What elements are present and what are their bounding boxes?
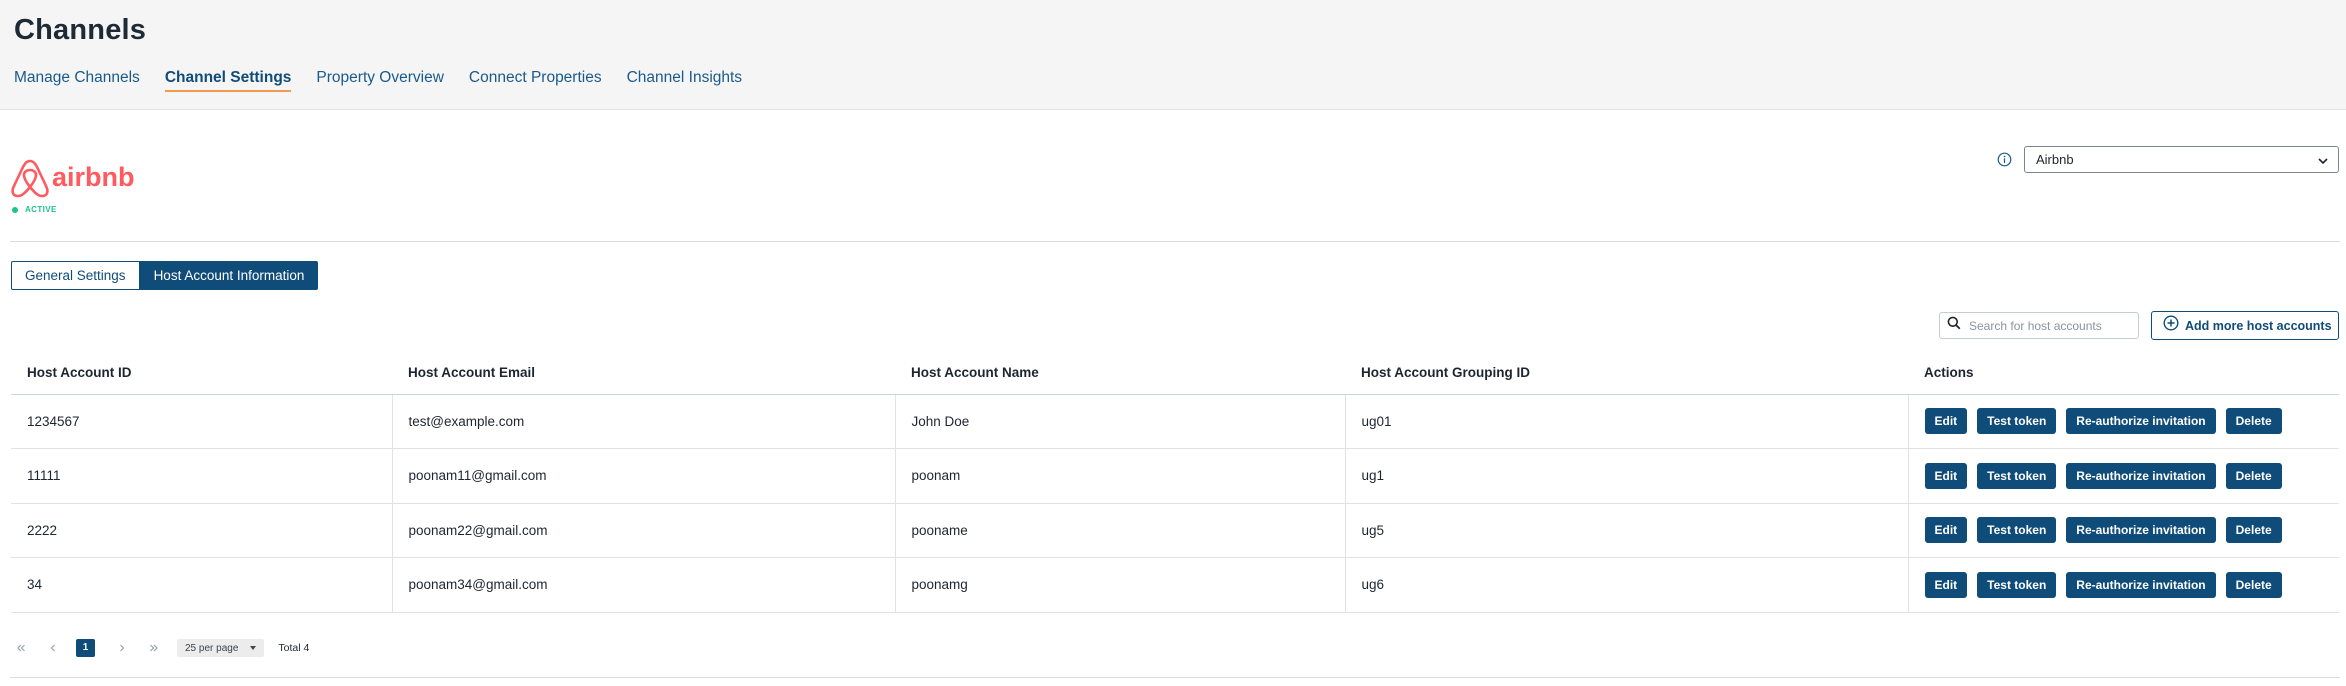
table-row: 2222 poonam22@gmail.com pooname ug5 Edit… — [11, 503, 2339, 558]
chevron-left-icon[interactable] — [48, 642, 58, 654]
settings-tabs: General Settings Host Account Informatio… — [11, 261, 319, 290]
delete-button[interactable]: Delete — [2225, 517, 2282, 544]
reauthorize-invitation-button[interactable]: Re-authorize invitation — [2066, 462, 2216, 489]
row-actions: Edit Test token Re-authorize invitation Del… — [1907, 448, 2339, 504]
pagination: 1 25 per page Total 4 — [16, 638, 309, 658]
delete-button[interactable]: Delete — [2225, 462, 2282, 489]
host-account-email: test@example.com — [391, 394, 895, 449]
reauthorize-invitation-button[interactable]: Re-authorize invitation — [2066, 517, 2216, 544]
tab-host-account-information[interactable]: Host Account Information — [139, 261, 319, 290]
airbnb-logo-text: airbnb — [52, 162, 134, 192]
edit-button[interactable]: Edit — [1924, 571, 1968, 598]
row-actions: Edit Test token Re-authorize invitation Del… — [1907, 503, 2339, 558]
test-token-button[interactable]: Test token — [1977, 462, 2057, 489]
status-badge: ACTIVE — [25, 205, 57, 214]
test-token-button[interactable]: Test token — [1977, 408, 2057, 435]
per-page-value: 25 per page — [185, 642, 239, 654]
host-account-email: poonam34@gmail.com — [391, 557, 895, 613]
add-host-accounts-label: Add more host accounts — [2185, 318, 2332, 333]
test-token-button[interactable]: Test token — [1977, 571, 2057, 598]
host-account-id: 2222 — [11, 503, 392, 558]
total-count: Total 4 — [278, 642, 310, 654]
tab-manage-channels[interactable]: Manage Channels — [14, 69, 140, 92]
host-account-id: 11111 — [11, 448, 392, 504]
footer-divider — [10, 677, 2340, 678]
per-page-select[interactable]: 25 per page — [177, 639, 265, 657]
host-account-name: poonam — [894, 448, 1345, 504]
status-dot — [12, 206, 18, 213]
airbnb-logo: airbnb — [10, 155, 134, 199]
caret-down-icon — [250, 646, 257, 650]
tab-connect-properties[interactable]: Connect Properties — [469, 69, 602, 92]
host-account-grouping-id: ug01 — [1344, 394, 1908, 449]
edit-button[interactable]: Edit — [1924, 462, 1968, 489]
channel-select-value: Airbnb — [2036, 152, 2074, 167]
channel-status: ACTIVE — [12, 205, 57, 214]
row-actions: Edit Test token Re-authorize invitation Del… — [1907, 557, 2339, 613]
reauthorize-invitation-button[interactable]: Re-authorize invitation — [2066, 571, 2216, 598]
row-actions: Edit Test token Re-authorize invitation Del… — [1907, 394, 2339, 449]
add-host-accounts-button[interactable]: Add more host accounts — [2151, 311, 2339, 340]
double-chevron-left-icon[interactable] — [16, 642, 26, 654]
edit-button[interactable]: Edit — [1924, 517, 1968, 544]
column-header-id: Host Account ID — [11, 352, 392, 395]
info-icon[interactable] — [1997, 152, 2012, 167]
chevron-right-icon[interactable] — [117, 642, 127, 654]
tab-property-overview[interactable]: Property Overview — [316, 69, 443, 92]
host-account-id: 34 — [11, 557, 392, 613]
reauthorize-invitation-button[interactable]: Re-authorize invitation — [2066, 408, 2216, 435]
column-header-email: Host Account Email — [392, 352, 895, 395]
table-row: 11111 poonam11@gmail.com poonam ug1 Edit… — [11, 448, 2339, 504]
column-header-name: Host Account Name — [895, 352, 1345, 395]
channel-select[interactable]: Airbnb — [2024, 146, 2339, 173]
delete-button[interactable]: Delete — [2225, 571, 2282, 598]
page-title: Channels — [14, 14, 147, 46]
search-icon — [1947, 316, 1961, 335]
tab-channel-settings[interactable]: Channel Settings — [164, 69, 292, 92]
delete-button[interactable]: Delete — [2225, 408, 2282, 435]
host-account-id: 1234567 — [11, 394, 392, 449]
column-header-actions: Actions — [1908, 352, 2339, 395]
host-account-email: poonam22@gmail.com — [391, 503, 895, 558]
host-account-name: John Doe — [894, 394, 1345, 449]
table-header-row: Host Account ID Host Account Email Host … — [11, 352, 2339, 395]
test-token-button[interactable]: Test token — [1977, 517, 2057, 544]
host-account-email: poonam11@gmail.com — [391, 448, 895, 504]
table-row: 1234567 test@example.com John Doe ug01 E… — [11, 394, 2339, 449]
host-account-name: pooname — [894, 503, 1345, 558]
page-header: Channels Manage Channels Channel Setting… — [0, 0, 2346, 110]
page-number-button[interactable]: 1 — [76, 639, 95, 657]
channel-nav: Manage Channels Channel Settings Propert… — [14, 69, 767, 92]
column-header-grouping-id: Host Account Grouping ID — [1345, 352, 1908, 395]
edit-button[interactable]: Edit — [1924, 408, 1968, 435]
search-box[interactable] — [1939, 312, 2139, 339]
host-accounts-table: Host Account ID Host Account Email Host … — [11, 352, 2339, 613]
tab-general-settings[interactable]: General Settings — [11, 261, 140, 290]
double-chevron-right-icon[interactable] — [149, 642, 159, 654]
table-row: 34 poonam34@gmail.com poonamg ug6 Edit Te… — [11, 557, 2339, 613]
host-account-grouping-id: ug6 — [1344, 557, 1908, 613]
chevron-down-icon — [2317, 154, 2329, 172]
search-input[interactable] — [1969, 318, 2129, 333]
section-divider — [10, 241, 2340, 242]
host-account-grouping-id: ug5 — [1344, 503, 1908, 558]
host-account-name: poonamg — [894, 557, 1345, 613]
host-account-grouping-id: ug1 — [1344, 448, 1908, 504]
tab-channel-insights[interactable]: Channel Insights — [627, 69, 742, 92]
plus-circle-icon — [2163, 315, 2179, 336]
